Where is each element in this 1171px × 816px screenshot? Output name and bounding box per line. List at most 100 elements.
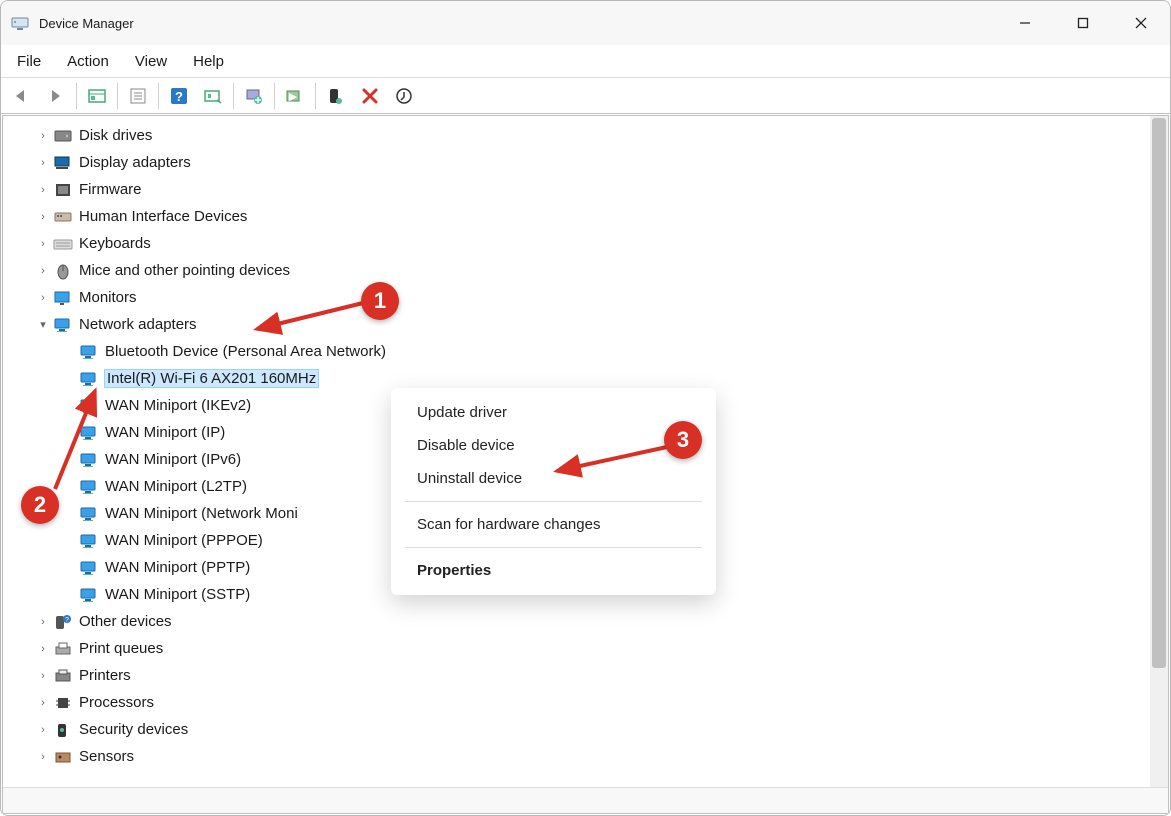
device-label: WAN Miniport (IKEv2) [105,397,251,414]
chevron-right-icon[interactable]: › [35,670,51,682]
device-category-icon [53,127,73,145]
cm-properties[interactable]: Properties [391,554,716,587]
device-category-icon [53,154,73,172]
device-category-icon [53,316,73,334]
back-button[interactable] [5,81,39,111]
network-adapter-icon [79,559,99,577]
device-category-icon [53,262,73,280]
scroll-thumb[interactable] [1152,118,1166,668]
properties-button[interactable] [121,81,155,111]
device-label: WAN Miniport (IP) [105,424,225,441]
chevron-right-icon[interactable]: › [35,184,51,196]
maximize-button[interactable] [1054,1,1112,45]
menu-view[interactable]: View [123,49,179,74]
cm-update-driver[interactable]: Update driver [391,396,716,429]
cm-scan-hardware[interactable]: Scan for hardware changes [391,508,716,541]
network-adapter-icon [79,343,99,361]
device-category-icon [53,748,73,766]
chevron-right-icon[interactable]: › [35,751,51,763]
device-manager-window: Device Manager File Action View Help ? ▶… [0,0,1171,816]
device-label: Bluetooth Device (Personal Area Network) [105,343,386,360]
device-category-icon [53,694,73,712]
category-label: Security devices [79,721,188,738]
chevron-right-icon[interactable]: › [35,616,51,628]
category-label: Keyboards [79,235,151,252]
svg-text:?: ? [65,617,69,624]
enable-button[interactable] [319,81,353,111]
chevron-right-icon[interactable]: › [35,157,51,169]
chevron-right-icon[interactable]: › [35,697,51,709]
help-button[interactable]: ? [162,81,196,111]
chevron-down-icon[interactable]: ▾ [35,318,51,331]
menu-file[interactable]: File [5,49,53,74]
tree-category[interactable]: › Keyboards [3,230,1168,257]
window-title: Device Manager [39,16,134,31]
minimize-button[interactable] [996,1,1054,45]
toolbar: ? ▶ [1,78,1170,114]
show-hide-tree-button[interactable] [80,81,114,111]
annotation-badge-3: 3 [664,421,702,459]
menu-action[interactable]: Action [55,49,121,74]
svg-text:?: ? [175,89,183,104]
device-category-icon [53,721,73,739]
category-label: Other devices [79,613,172,630]
tree-category[interactable]: ›Display adapters [3,149,1168,176]
close-button[interactable] [1112,1,1170,45]
network-adapter-icon [79,505,99,523]
device-category-icon [53,181,73,199]
tree-category[interactable]: ›Human Interface Devices [3,203,1168,230]
uninstall-button[interactable]: ▶ [278,81,312,111]
disable-button[interactable] [353,81,387,111]
category-label: Processors [79,694,154,711]
tree-category[interactable]: › Sensors [3,743,1168,770]
device-category-icon [53,289,73,307]
category-label: Disk drives [79,127,152,144]
tree-category[interactable]: › Printers [3,662,1168,689]
menu-help[interactable]: Help [181,49,236,74]
category-label: Sensors [79,748,134,765]
annotation-badge-2: 2 [21,486,59,524]
tree-category[interactable]: ›Print queues [3,635,1168,662]
chevron-right-icon[interactable]: › [35,238,51,250]
update-driver-button[interactable] [237,81,271,111]
tree-category[interactable]: ▾ Network adapters [3,311,1168,338]
chevron-right-icon[interactable]: › [35,292,51,304]
tree-device[interactable]: Bluetooth Device (Personal Area Network) [3,338,1168,365]
device-label: WAN Miniport (PPPOE) [105,532,263,549]
chevron-right-icon[interactable]: › [35,643,51,655]
device-category-icon [53,667,73,685]
chevron-right-icon[interactable]: › [35,211,51,223]
category-label: Firmware [79,181,142,198]
scan-button[interactable] [196,81,230,111]
tree-category[interactable]: ›? Other devices [3,608,1168,635]
tree-category[interactable]: › Firmware [3,176,1168,203]
category-label: Printers [79,667,131,684]
network-adapter-icon [79,586,99,604]
device-category-icon: ? [53,613,73,631]
chevron-right-icon[interactable]: › [35,265,51,277]
cm-separator [405,547,702,548]
tree-category[interactable]: › Disk drives [3,122,1168,149]
tree-category[interactable]: › Mice and other pointing devices [3,257,1168,284]
app-icon [11,14,29,32]
forward-button[interactable] [39,81,73,111]
context-menu: Update driver Disable device Uninstall d… [391,388,716,595]
device-label: WAN Miniport (IPv6) [105,451,241,468]
vertical-scrollbar[interactable] [1150,116,1168,787]
titlebar[interactable]: Device Manager [1,1,1170,45]
svg-text:▶: ▶ [289,91,298,103]
tree-category[interactable]: › Processors [3,689,1168,716]
device-label: WAN Miniport (L2TP) [105,478,247,495]
devices-button[interactable] [387,81,421,111]
category-label: Mice and other pointing devices [79,262,290,279]
device-category-icon [53,208,73,226]
horizontal-scrollbar[interactable] [3,787,1168,813]
chevron-right-icon[interactable]: › [35,130,51,142]
tree-category[interactable]: ›Monitors [3,284,1168,311]
window-controls [996,1,1170,45]
category-label: Network adapters [79,316,197,333]
chevron-right-icon[interactable]: › [35,724,51,736]
device-category-icon [53,235,73,253]
tree-category[interactable]: › Security devices [3,716,1168,743]
device-label: WAN Miniport (SSTP) [105,586,250,603]
